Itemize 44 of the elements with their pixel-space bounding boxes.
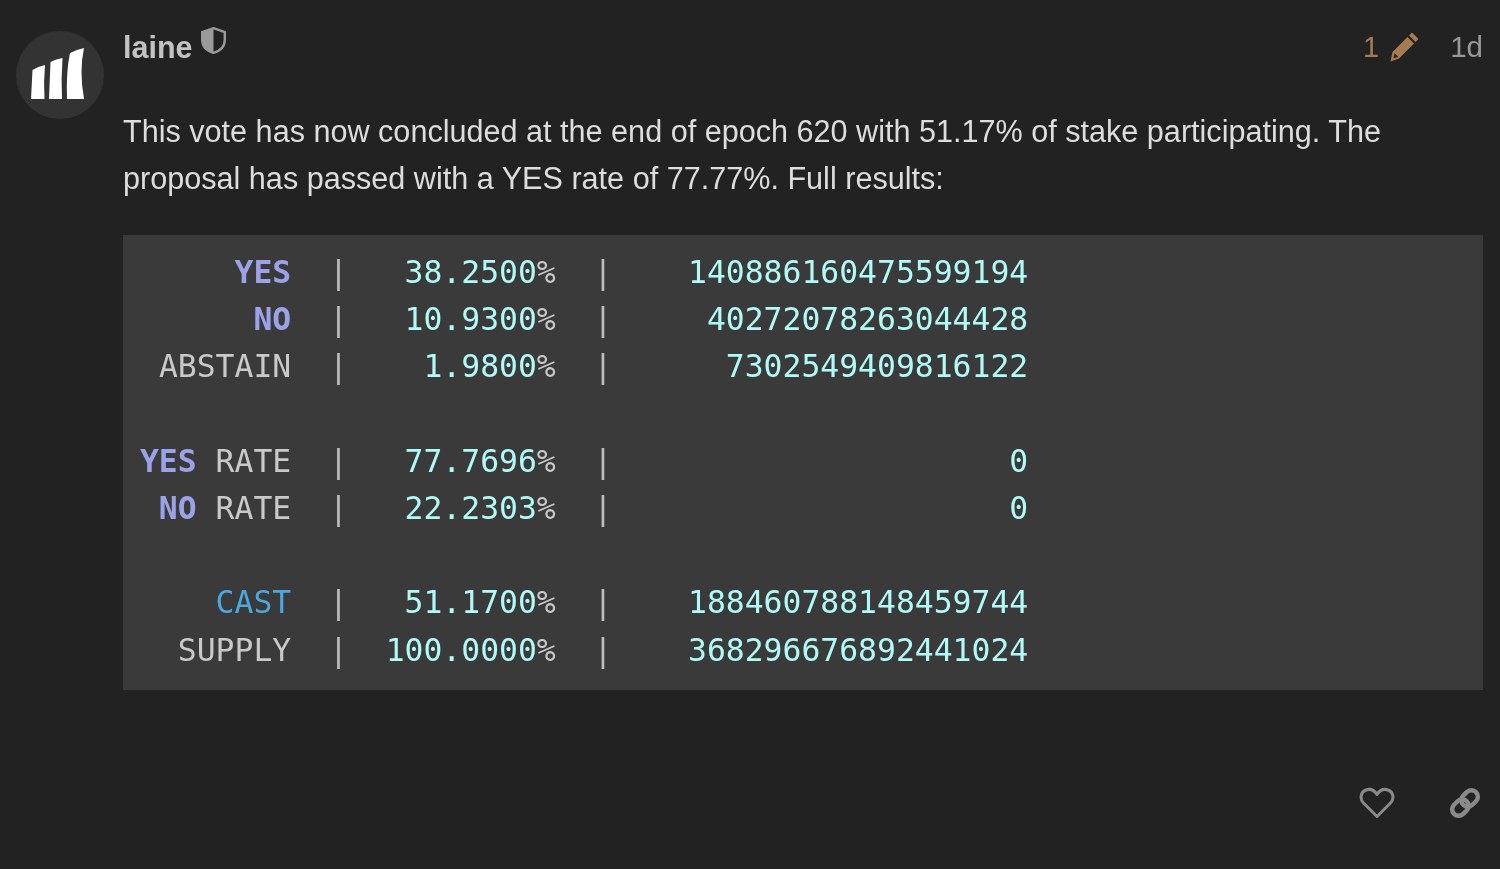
amount-value: 0 [1009, 441, 1029, 481]
percent-value: 38.2500% [404, 253, 556, 293]
percent-value: 100.0000% [385, 630, 556, 670]
separator-char: | [593, 630, 613, 671]
separator-char: | [593, 300, 613, 340]
percent-value: 10.9300% [404, 300, 556, 340]
separator-char: | [593, 583, 613, 623]
separator-char: | [593, 489, 613, 529]
post-text: This vote has now concluded at the end of epoch 620 with 51.17% of stake participating. The proposal has passed with a YES rate of 77.77%. Full results: [123, 113, 1382, 198]
separator-char: | [328, 300, 348, 340]
separator-char: | [328, 583, 348, 623]
percent-value: 22.2303% [404, 489, 556, 528]
amount-value: 368296676892441024 [688, 630, 1029, 670]
separator-char: | [593, 441, 613, 482]
post-date-link[interactable]: 1d [1450, 28, 1483, 66]
edit-history-button[interactable]: 1 [1363, 28, 1421, 66]
row-label: NO [253, 300, 292, 340]
username-link[interactable]: laine [123, 28, 193, 66]
row-label: NO RATE [158, 489, 292, 528]
row-label: YES RATE [139, 441, 292, 481]
separator-char: | [328, 253, 348, 293]
pencil-icon [1389, 30, 1421, 63]
separator-char: | [328, 441, 348, 482]
percent-value: 77.7696% [404, 441, 556, 481]
separator-char: | [593, 347, 613, 387]
amount-value: 188460788148459744 [688, 583, 1029, 623]
amount-value: 7302549409816122 [725, 347, 1029, 387]
shield-icon [200, 27, 226, 55]
like-button[interactable] [1359, 787, 1395, 820]
separator-char: | [328, 489, 348, 529]
amount-value: 140886160475599194 [688, 253, 1029, 293]
row-label: SUPPLY [177, 630, 292, 670]
separator-char: | [328, 630, 348, 671]
logo-avatar-icon[interactable] [16, 31, 104, 119]
separator-char: | [593, 253, 613, 293]
row-label: ABSTAIN [158, 347, 292, 387]
row-label: CAST [215, 583, 292, 623]
row-label: YES [234, 253, 292, 293]
percent-value: 1.9800% [423, 347, 556, 387]
percent-value: 51.1700% [404, 583, 556, 623]
separator-char: | [328, 347, 348, 387]
amount-value: 0 [1009, 489, 1029, 528]
amount-value: 40272078263044428 [706, 300, 1029, 340]
heart-icon [1359, 787, 1395, 820]
